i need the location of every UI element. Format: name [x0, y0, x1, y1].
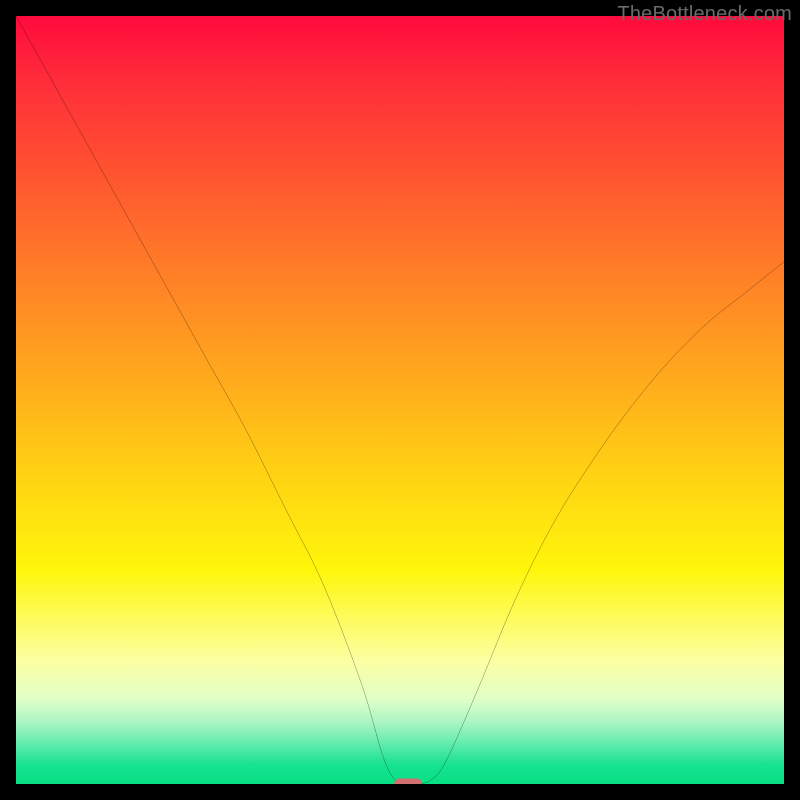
bottleneck-curve-path	[16, 16, 784, 784]
watermark-text: TheBottleneck.com	[617, 3, 792, 26]
optimal-point-marker	[394, 779, 422, 785]
bottleneck-curve	[16, 16, 784, 784]
plot-area	[16, 16, 784, 784]
chart-container: TheBottleneck.com	[0, 0, 800, 800]
